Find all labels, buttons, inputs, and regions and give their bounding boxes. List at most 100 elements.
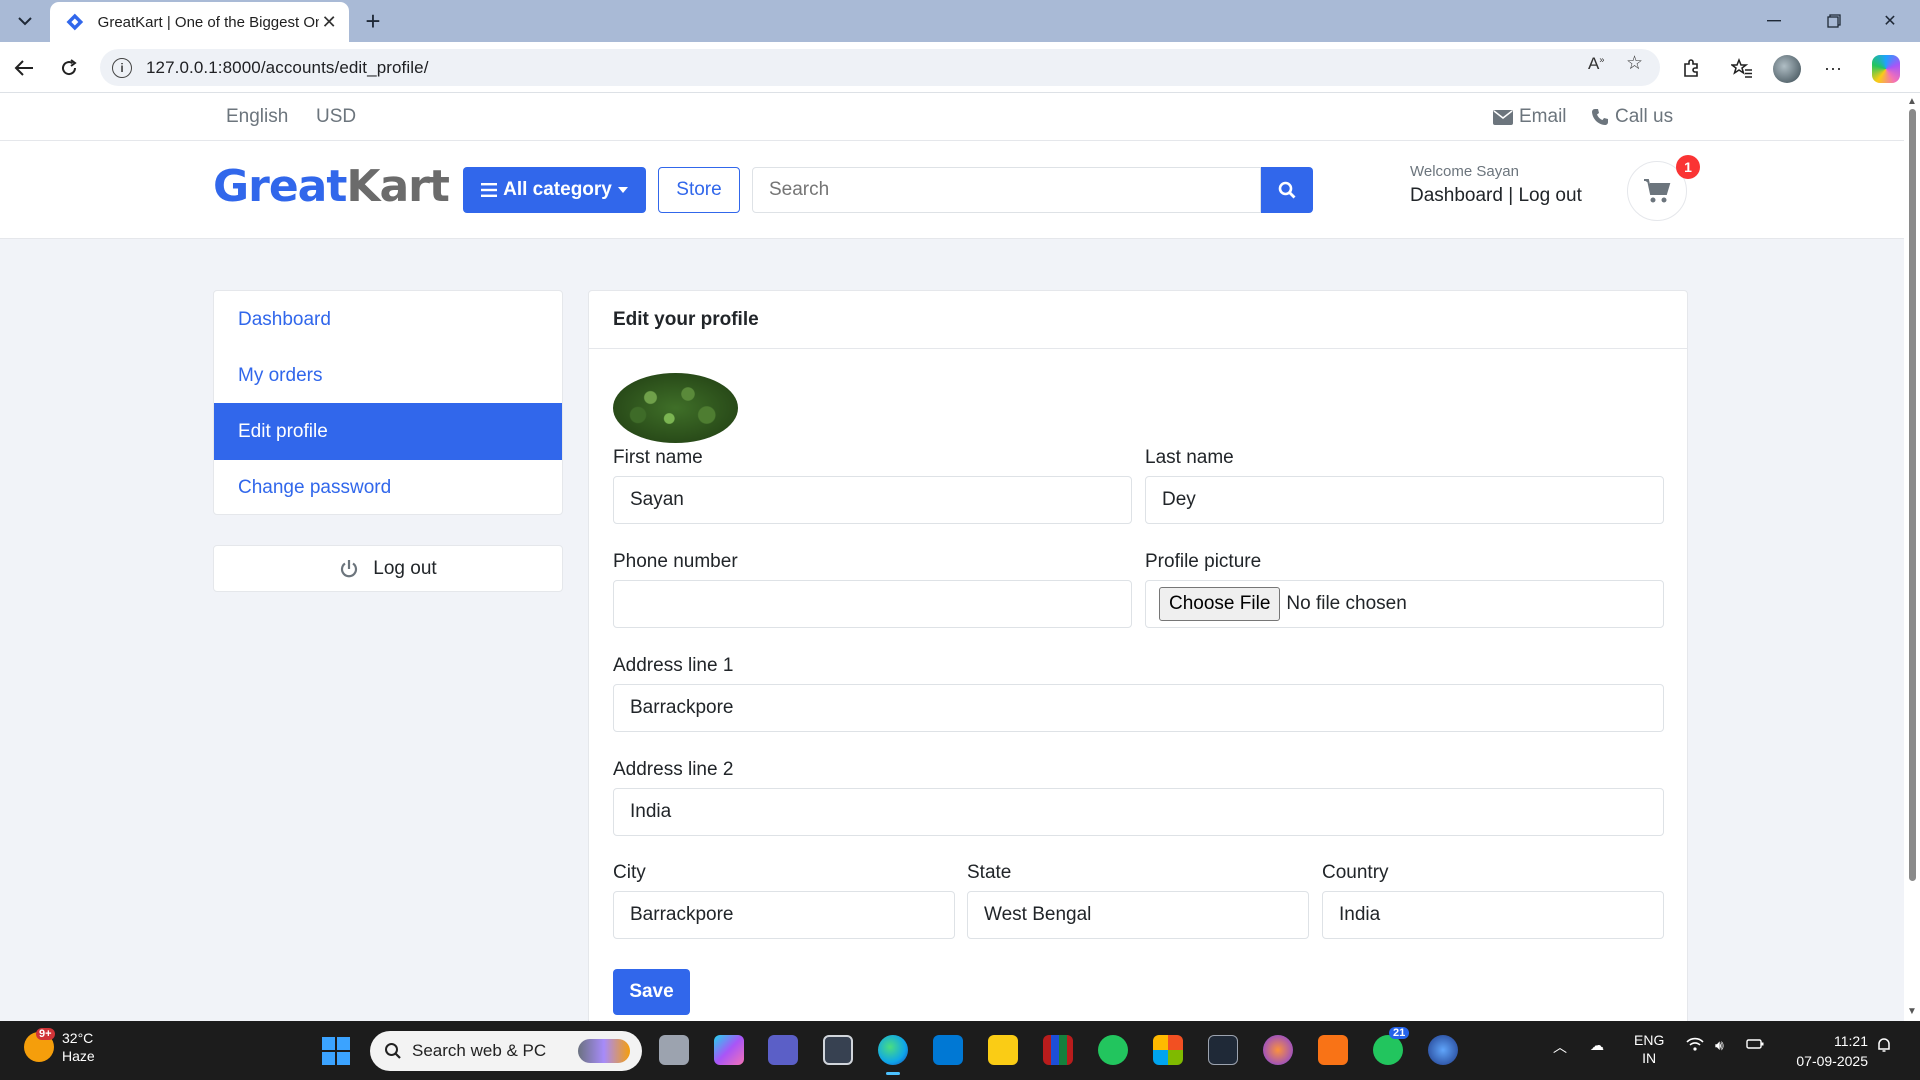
browser-profile-avatar[interactable] <box>1773 55 1801 83</box>
scroll-down-arrow-icon[interactable]: ▼ <box>1907 1007 1917 1017</box>
edit-profile-card: Edit your profile First name Last name P… <box>588 290 1688 1021</box>
url-text[interactable]: 127.0.0.1:8000/accounts/edit_profile/ <box>146 58 429 78</box>
sidebar-item-my-orders[interactable]: My orders <box>214 347 562 404</box>
whatsapp-icon[interactable]: 21 <box>1373 1027 1410 1065</box>
last-name-input[interactable] <box>1145 476 1664 524</box>
country-label: Country <box>1322 862 1389 883</box>
address-line-1-input[interactable] <box>613 684 1664 732</box>
clock-time: 11:21 <box>1834 1033 1868 1049</box>
restore-icon[interactable] <box>1811 6 1857 36</box>
last-name-label: Last name <box>1145 447 1234 468</box>
page-scrollbar[interactable]: ▲ ▼ <box>1904 93 1920 1021</box>
link-separator: | <box>1508 185 1514 206</box>
profile-picture-file-input[interactable]: Choose File No file chosen <box>1145 580 1664 628</box>
sublime-text-icon[interactable] <box>1318 1035 1348 1065</box>
search-input[interactable] <box>752 167 1261 213</box>
browser-tab-active[interactable]: GreatKart | One of the Biggest Online Sh… <box>50 2 349 42</box>
welcome-text: Welcome Sayan <box>1410 163 1519 180</box>
edge-browser-icon[interactable] <box>878 1035 908 1075</box>
sidebar-item-dashboard[interactable]: Dashboard <box>214 291 562 348</box>
copilot-icon[interactable] <box>1872 55 1900 83</box>
state-label: State <box>967 862 1012 883</box>
site-info-icon[interactable]: i <box>112 57 132 78</box>
close-window-icon[interactable]: ✕ <box>1867 6 1913 36</box>
country-input[interactable] <box>1322 891 1664 939</box>
file-status-text: No file chosen <box>1286 593 1407 614</box>
all-category-label: All category <box>503 179 612 200</box>
tray-chevron-up-icon[interactable]: ︿ <box>1553 1037 1567 1057</box>
minimize-icon[interactable] <box>1751 6 1797 36</box>
site-favicon-icon <box>66 13 84 31</box>
weather-temperature: 32°C <box>62 1030 94 1046</box>
scroll-up-arrow-icon[interactable]: ▲ <box>1907 97 1917 107</box>
user-links: Dashboard | Log out <box>1410 185 1582 207</box>
teams-icon[interactable] <box>768 1035 798 1065</box>
call-us-link[interactable]: Call us <box>1591 106 1673 128</box>
all-category-button[interactable]: All category <box>463 167 646 213</box>
vscode-icon[interactable] <box>933 1035 963 1065</box>
choose-file-button[interactable]: Choose File <box>1159 587 1281 621</box>
web-page: English USD Email Call us GreatKart All … <box>0 93 1904 1021</box>
language-selector[interactable]: English <box>226 106 288 128</box>
wifi-icon[interactable] <box>1686 1037 1704 1054</box>
state-input[interactable] <box>967 891 1309 939</box>
address-line-2-input[interactable] <box>613 788 1664 836</box>
greatkart-logo[interactable]: GreatKart <box>213 161 450 212</box>
file-explorer-icon[interactable] <box>988 1035 1018 1065</box>
firefox-icon[interactable] <box>1263 1035 1293 1065</box>
scrollbar-thumb[interactable] <box>1909 109 1916 881</box>
taskbar-search[interactable]: Search web & PC <box>370 1031 642 1071</box>
address-bar[interactable]: i 127.0.0.1:8000/accounts/edit_profile/ <box>100 49 1660 86</box>
search-button[interactable] <box>1261 167 1313 213</box>
weather-sun-icon: 9+ <box>24 1028 55 1062</box>
first-name-label: First name <box>613 447 703 468</box>
onedrive-cloud-icon[interactable]: ☁ <box>1590 1037 1604 1054</box>
tab-list-chevron-icon[interactable] <box>8 7 42 35</box>
favorites-collection-icon[interactable] <box>1725 51 1759 85</box>
battery-icon[interactable] <box>1746 1037 1764 1054</box>
notification-bell-icon[interactable] <box>1876 1037 1892 1056</box>
command-prompt-icon[interactable] <box>1208 1035 1238 1065</box>
favorite-star-icon[interactable]: ☆ <box>1626 52 1643 75</box>
phone-number-input[interactable] <box>613 580 1132 628</box>
read-aloud-icon[interactable]: A» <box>1588 54 1604 74</box>
microsoft-store-icon[interactable] <box>1153 1035 1183 1065</box>
caret-down-icon <box>617 187 628 193</box>
globe-app-icon[interactable] <box>1428 1035 1458 1065</box>
task-view-icon[interactable] <box>659 1035 689 1065</box>
dashboard-link[interactable]: Dashboard <box>1410 185 1503 206</box>
winrar-icon[interactable] <box>1043 1035 1073 1065</box>
store-button[interactable]: Store <box>658 167 740 213</box>
back-arrow-icon[interactable] <box>7 51 41 85</box>
windows-start-icon[interactable] <box>322 1037 350 1065</box>
more-menu-icon[interactable]: ··· <box>1816 51 1850 85</box>
site-header: GreatKart All category Store Welcome Say… <box>0 141 1904 239</box>
currency-selector[interactable]: USD <box>316 106 356 128</box>
power-icon <box>341 559 358 577</box>
email-link[interactable]: Email <box>1493 106 1567 128</box>
copilot-app-icon[interactable] <box>714 1035 744 1065</box>
extensions-icon[interactable] <box>1674 51 1708 85</box>
terminal-window-icon[interactable] <box>823 1035 853 1065</box>
first-name-input[interactable] <box>613 476 1132 524</box>
refresh-icon[interactable] <box>52 51 86 85</box>
sidebar-logout-button[interactable]: Log out <box>213 545 563 592</box>
address-line-2-label: Address line 2 <box>613 759 734 780</box>
new-tab-plus-icon[interactable]: + <box>358 6 388 36</box>
logout-link[interactable]: Log out <box>1518 185 1581 206</box>
sidebar-item-edit-profile[interactable]: Edit profile <box>214 403 562 460</box>
tab-close-icon[interactable]: ✕ <box>319 12 339 33</box>
spring-tools-icon[interactable] <box>1098 1035 1128 1065</box>
sidebar-item-change-password[interactable]: Change password <box>214 459 562 514</box>
profile-picture-image <box>613 373 738 443</box>
weather-widget[interactable]: 9+ 32°C Haze <box>24 1028 95 1065</box>
system-clock[interactable]: 11:21 07-09-2025 <box>1790 1031 1868 1071</box>
language-indicator[interactable]: ENG IN <box>1634 1031 1664 1067</box>
city-input[interactable] <box>613 891 955 939</box>
whatsapp-badge: 21 <box>1389 1027 1410 1039</box>
search-highlight-icon <box>578 1039 630 1063</box>
taskbar-search-label: Search web & PC <box>412 1041 547 1060</box>
save-button[interactable]: Save <box>613 969 690 1015</box>
weather-description: Haze <box>62 1048 95 1064</box>
volume-icon[interactable]: 🔊︎ <box>1715 1037 1724 1054</box>
